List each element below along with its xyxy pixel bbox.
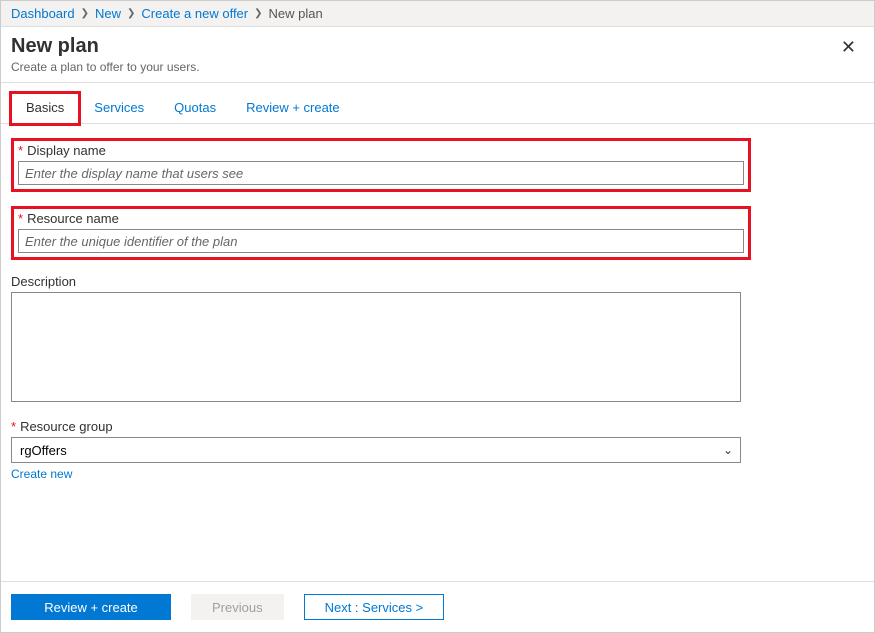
breadcrumb: Dashboard ❯ New ❯ Create a new offer ❯ N… <box>1 1 874 27</box>
required-indicator: * <box>18 143 23 158</box>
chevron-right-icon: ❯ <box>81 8 89 19</box>
breadcrumb-current: New plan <box>269 6 323 21</box>
form-area: * Display name * Resource name Descripti… <box>1 124 874 581</box>
chevron-right-icon: ❯ <box>254 8 262 19</box>
tab-review[interactable]: Review + create <box>231 93 355 124</box>
required-indicator: * <box>11 419 16 434</box>
display-name-label: Display name <box>27 143 106 158</box>
tab-services[interactable]: Services <box>79 93 159 124</box>
resource-name-label: Resource name <box>27 211 119 226</box>
breadcrumb-dashboard[interactable]: Dashboard <box>11 6 75 21</box>
display-name-input[interactable] <box>18 161 744 185</box>
previous-button: Previous <box>191 594 284 620</box>
breadcrumb-new[interactable]: New <box>95 6 121 21</box>
close-icon[interactable]: ✕ <box>837 35 860 60</box>
page-title: New plan <box>11 35 200 58</box>
create-new-link[interactable]: Create new <box>11 467 72 481</box>
resource-group-label: Resource group <box>20 419 113 434</box>
breadcrumb-create-offer[interactable]: Create a new offer <box>141 6 248 21</box>
description-input[interactable] <box>11 292 741 402</box>
tabs: Basics Services Quotas Review + create <box>1 83 874 124</box>
review-create-button[interactable]: Review + create <box>11 594 171 620</box>
resource-name-input[interactable] <box>18 229 744 253</box>
tab-quotas[interactable]: Quotas <box>159 93 231 124</box>
footer: Review + create Previous Next : Services… <box>1 581 874 632</box>
display-name-group: * Display name <box>11 138 751 192</box>
resource-group-select[interactable]: rgOffers <box>11 437 741 463</box>
chevron-right-icon: ❯ <box>127 8 135 19</box>
resource-name-group: * Resource name <box>11 206 751 260</box>
page-header: New plan Create a plan to offer to your … <box>1 27 874 83</box>
description-label: Description <box>11 274 76 289</box>
required-indicator: * <box>18 211 23 226</box>
next-button[interactable]: Next : Services > <box>304 594 445 620</box>
page-subtitle: Create a plan to offer to your users. <box>11 60 200 74</box>
tab-basics[interactable]: Basics <box>11 93 79 124</box>
